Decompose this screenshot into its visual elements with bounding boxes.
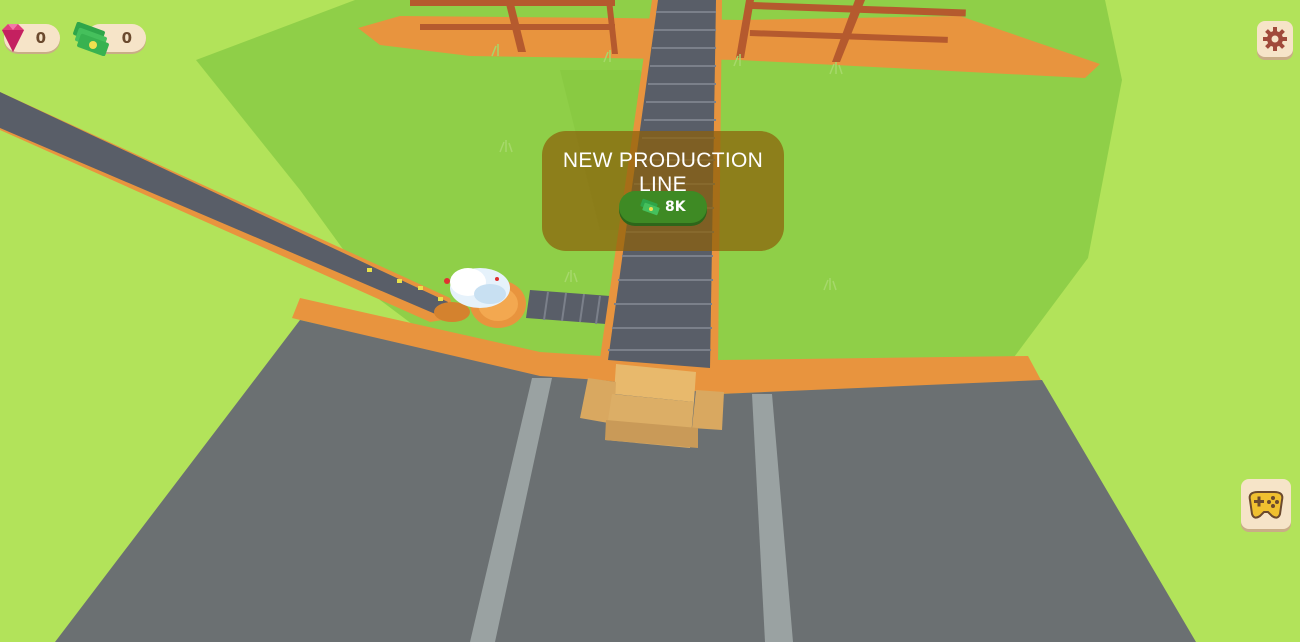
new-production-line-panel: NEW PRODUCTION LINE 8K: [542, 131, 784, 251]
gamepad-icon: [1248, 491, 1284, 519]
panel-title: NEW PRODUCTION LINE: [562, 149, 764, 196]
gear-icon: [1263, 27, 1287, 51]
cash-icon: [640, 198, 660, 216]
cash-icon: [73, 22, 109, 56]
cash-count: 0: [121, 29, 132, 47]
settings-button[interactable]: [1257, 21, 1293, 57]
games-button[interactable]: [1241, 479, 1291, 529]
gem-count: 0: [35, 29, 46, 47]
game-scene: [0, 0, 1300, 642]
gem-icon: [2, 24, 24, 52]
buy-production-line-button[interactable]: 8K: [619, 191, 707, 223]
price-label: 8K: [665, 199, 686, 215]
